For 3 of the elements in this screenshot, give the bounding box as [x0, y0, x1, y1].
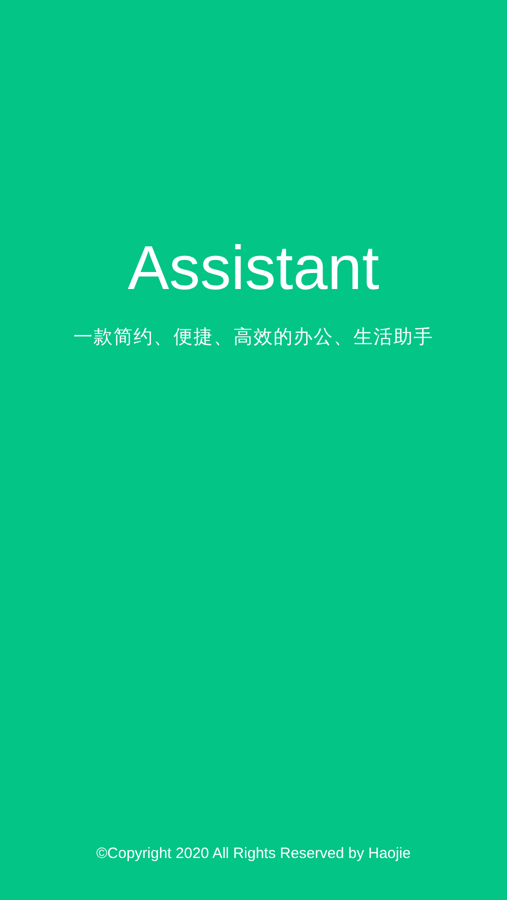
- app-title: Assistant: [128, 234, 380, 304]
- copyright-text: ©Copyright 2020 All Rights Reserved by Haojie: [96, 844, 411, 864]
- app-subtitle: 一款简约、便捷、高效的办公、生活助手: [74, 325, 434, 350]
